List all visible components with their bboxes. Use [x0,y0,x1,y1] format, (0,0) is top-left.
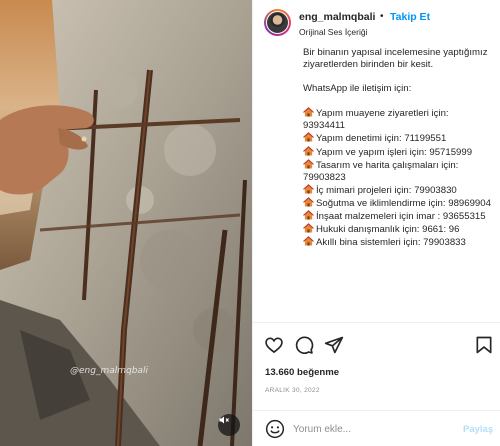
comment-icon [295,336,314,354]
caption-contact-line: Hukuki danışmanlık için: 9661: 96 [303,223,493,236]
caption-contact-line: Tasarım ve harita çalışmaları için: 7990… [303,158,493,184]
post-date: ARALIK 30, 2022 [265,387,320,394]
share-button[interactable] [323,334,345,356]
divider [253,322,500,323]
save-button[interactable] [473,334,495,356]
caption-contact-line: İç mimari projeleri için: 79903830 [303,184,493,197]
avatar[interactable] [264,9,291,36]
caption-contact-line: Yapım ve yapım işleri için: 95715999 [303,145,493,159]
follow-button[interactable]: Takip Et [390,11,430,23]
house-icon [303,107,314,117]
house-icon [303,223,314,233]
video-frame-image [0,0,252,446]
caption-contact-line-text: Yapım ve yapım işleri için: 95715999 [316,146,473,158]
house-icon [303,145,314,156]
caption-contact-line: Soğutma ve iklimlendirme için: 98969904 [303,197,493,210]
house-icon [303,132,314,143]
caption-contact-heading: WhatsApp ile iletişim için: [303,83,412,95]
emoji-icon[interactable] [265,419,285,439]
caption-contact-line: İnşaat malzemeleri için imar : 93655315 [303,210,493,223]
caption-contact-line: Akıllı bina sistemleri için: 79903833 [303,236,493,249]
caption-contact-line-text: Soğutma ve iklimlendirme için: 98969904 [316,197,491,209]
post-caption: Bir binanın yapısal incelemesine yaptığı… [303,47,493,319]
video-watermark: @eng_malmqbali [70,366,148,376]
post-comment-button[interactable]: Paylaş [463,424,493,435]
comment-bar: Paylaş [253,410,500,446]
house-icon [303,197,314,207]
caption-contact-line-text: İç mimari projeleri için: 79903830 [316,184,457,196]
post-video[interactable]: @eng_malmqbali [0,0,252,446]
caption-contact-line-text: Tasarım ve harita çalışmaları için: 7990… [303,159,459,183]
caption-contact-line-text: Akıllı bina sistemleri için: 79903833 [316,237,466,249]
caption-contact-list: Yapım muayene ziyaretleri için: 93934411… [303,107,493,249]
caption-contact-line-text: Hukuki danışmanlık için: 9661: 96 [316,224,460,236]
comment-button[interactable] [293,334,315,356]
speaker-muted-icon [219,416,229,424]
bookmark-icon [476,336,492,354]
comment-input[interactable] [293,420,453,438]
caption-contact-line-text: İnşaat malzemeleri için imar : 93655315 [316,211,486,223]
caption-contact-line: Yapım denetimi için: 71199551 [303,132,493,145]
post-actions [253,334,500,358]
house-icon [303,210,314,220]
like-button[interactable] [263,334,285,356]
share-icon [324,336,344,354]
post-header: eng_malmqbali • Takip Et Orijinal Ses İç… [253,0,500,44]
house-icon [303,184,314,194]
separator-dot: • [380,11,384,22]
house-icon [303,236,314,246]
caption-contact-line: Yapım muayene ziyaretleri için: 93934411 [303,107,493,132]
mute-button[interactable] [218,414,240,436]
post-details-panel: eng_malmqbali • Takip Et Orijinal Ses İç… [252,0,500,446]
caption-contact-line-text: Yapım muayene ziyaretleri için: 93934411 [303,108,449,132]
house-icon [303,158,314,169]
likes-count[interactable]: 13.660 beğenme [265,367,339,378]
caption-intro: Bir binanın yapısal incelemesine yaptığı… [303,47,488,71]
username-link[interactable]: eng_malmqbali [299,11,375,23]
heart-icon [265,337,283,354]
caption-contact-line-text: Yapım denetimi için: 71199551 [316,133,447,145]
audio-label-link[interactable]: Orijinal Ses İçeriği [299,27,368,37]
